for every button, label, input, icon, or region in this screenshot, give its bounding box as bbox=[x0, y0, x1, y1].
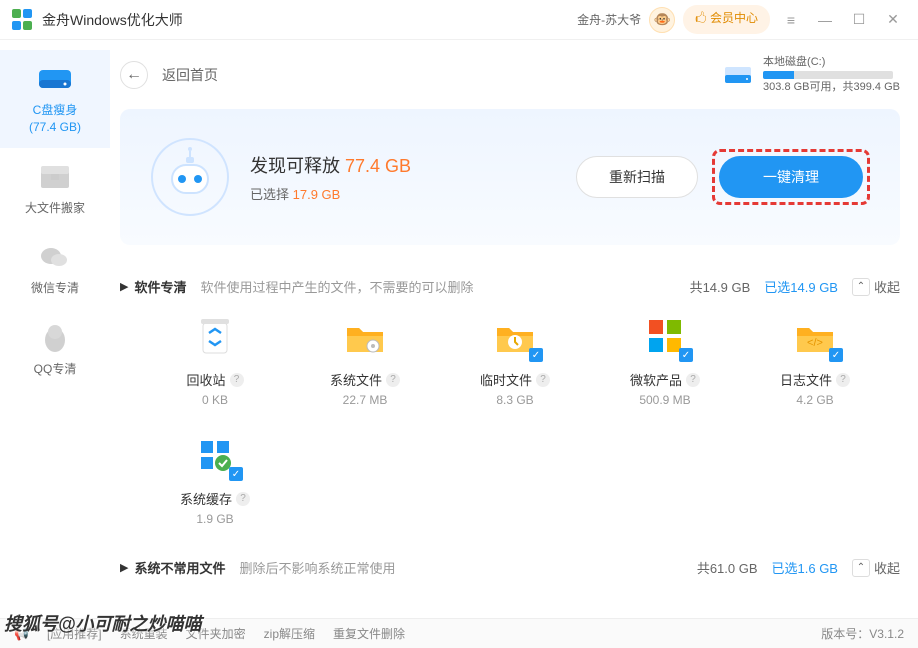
sidebar-item-wechat[interactable]: 微信专清 bbox=[0, 228, 110, 309]
check-icon: ✓ bbox=[829, 348, 843, 362]
minimize-icon[interactable]: — bbox=[812, 7, 838, 33]
item-syscache[interactable]: ✓ 系统缓存? 1.9 GB bbox=[140, 431, 290, 526]
item-recycle[interactable]: 回收站? 0 KB bbox=[140, 312, 290, 407]
collapse-toggle[interactable]: ⌃收起 bbox=[852, 277, 900, 296]
section-selected: 已选14.9 GB bbox=[764, 277, 838, 296]
chevron-up-icon: ⌃ bbox=[852, 278, 870, 296]
collapse-toggle[interactable]: ⌃收起 bbox=[852, 558, 900, 577]
robot-icon bbox=[150, 137, 230, 217]
rescan-button[interactable]: 重新扫描 bbox=[576, 156, 698, 198]
found-amount: 77.4 GB bbox=[345, 156, 411, 176]
user-name: 金舟-苏大爷 bbox=[577, 11, 641, 28]
maximize-icon[interactable]: ☐ bbox=[846, 7, 872, 33]
app-title: 金舟Windows优化大师 bbox=[42, 10, 183, 30]
disk-name: 本地磁盘(C:) bbox=[763, 54, 900, 71]
item-microsoft[interactable]: ✓ 微软产品? 500.9 MB bbox=[590, 312, 740, 407]
menu-icon[interactable]: ≡ bbox=[778, 7, 804, 33]
disk-icon bbox=[723, 61, 755, 89]
help-icon[interactable]: ? bbox=[836, 373, 850, 387]
check-icon: ✓ bbox=[679, 348, 693, 362]
sidebar-item-qq[interactable]: QQ专清 bbox=[0, 309, 110, 390]
help-icon[interactable]: ? bbox=[536, 373, 550, 387]
svg-text:</>: </> bbox=[807, 337, 823, 349]
version-label: 版本号：V3.1.2 bbox=[821, 625, 904, 642]
section-selected: 已选1.6 GB bbox=[772, 558, 838, 577]
section-total: 共14.9 GB bbox=[690, 277, 751, 296]
help-icon[interactable]: ? bbox=[386, 373, 400, 387]
selected-prefix: 已选择 bbox=[250, 187, 293, 202]
footer-link[interactable]: zip解压缩 bbox=[264, 625, 315, 642]
section-desc: 软件使用过程中产生的文件，不需要的可以删除 bbox=[200, 277, 473, 296]
item-sysfile[interactable]: 系统文件? 22.7 MB bbox=[290, 312, 440, 407]
section-header-unused[interactable]: ▶ 系统不常用文件 删除后不影响系统正常使用 共61.0 GB 已选1.6 GB… bbox=[120, 550, 900, 593]
clean-button[interactable]: 一键清理 bbox=[719, 156, 863, 198]
help-icon[interactable]: ? bbox=[686, 373, 700, 387]
scan-panel: 发现可释放 77.4 GB 已选择 17.9 GB 重新扫描 一键清理 bbox=[120, 109, 900, 245]
section-desc: 删除后不影响系统正常使用 bbox=[239, 558, 395, 577]
chevron-up-icon: ⌃ bbox=[852, 559, 870, 577]
item-logs[interactable]: </>✓ 日志文件? 4.2 GB bbox=[740, 312, 890, 407]
app-logo bbox=[12, 9, 34, 31]
sidebar-item-bigfile[interactable]: 大文件搬家 bbox=[0, 148, 110, 229]
disk-info: 本地磁盘(C:) 303.8 GB可用，共399.4 GB bbox=[723, 54, 900, 95]
help-icon[interactable]: ? bbox=[230, 373, 244, 387]
avatar[interactable]: 🐵 bbox=[649, 7, 675, 33]
section-title: 软件专清 bbox=[134, 277, 186, 296]
check-icon: ✓ bbox=[529, 348, 543, 362]
tri-icon: ▶ bbox=[120, 280, 128, 293]
sidebar-item-cdisk[interactable]: C盘瘦身 (77.4 GB) bbox=[0, 50, 110, 148]
help-icon[interactable]: ? bbox=[236, 492, 250, 506]
section-title: 系统不常用文件 bbox=[134, 558, 225, 577]
close-icon[interactable]: ✕ bbox=[880, 7, 906, 33]
back-label: 返回首页 bbox=[162, 65, 218, 85]
tri-icon: ▶ bbox=[120, 561, 128, 574]
item-temp[interactable]: ✓ 临时文件? 8.3 GB bbox=[440, 312, 590, 407]
vip-button[interactable]: 🖒 会员中心 bbox=[683, 5, 770, 34]
watermark: 搜狐号@小可耐之炒喵喵 bbox=[4, 610, 202, 636]
check-icon: ✓ bbox=[229, 467, 243, 481]
selected-amount: 17.9 GB bbox=[293, 187, 341, 202]
back-button[interactable]: ← bbox=[120, 61, 148, 89]
section-total: 共61.0 GB bbox=[697, 558, 758, 577]
sidebar: C盘瘦身 (77.4 GB) 大文件搬家 微信专清 QQ专清 bbox=[0, 40, 110, 618]
clean-highlight: 一键清理 bbox=[712, 149, 870, 205]
disk-usage-bar bbox=[763, 71, 893, 79]
footer-link[interactable]: 重复文件删除 bbox=[333, 625, 405, 642]
section-header-software[interactable]: ▶ 软件专清 软件使用过程中产生的文件，不需要的可以删除 共14.9 GB 已选… bbox=[120, 269, 900, 312]
found-prefix: 发现可释放 bbox=[250, 156, 345, 176]
disk-detail: 303.8 GB可用，共399.4 GB bbox=[763, 79, 900, 96]
items-grid: 回收站? 0 KB 系统文件? 22.7 MB ✓ 临时文件? 8.3 GB ✓… bbox=[120, 312, 900, 550]
